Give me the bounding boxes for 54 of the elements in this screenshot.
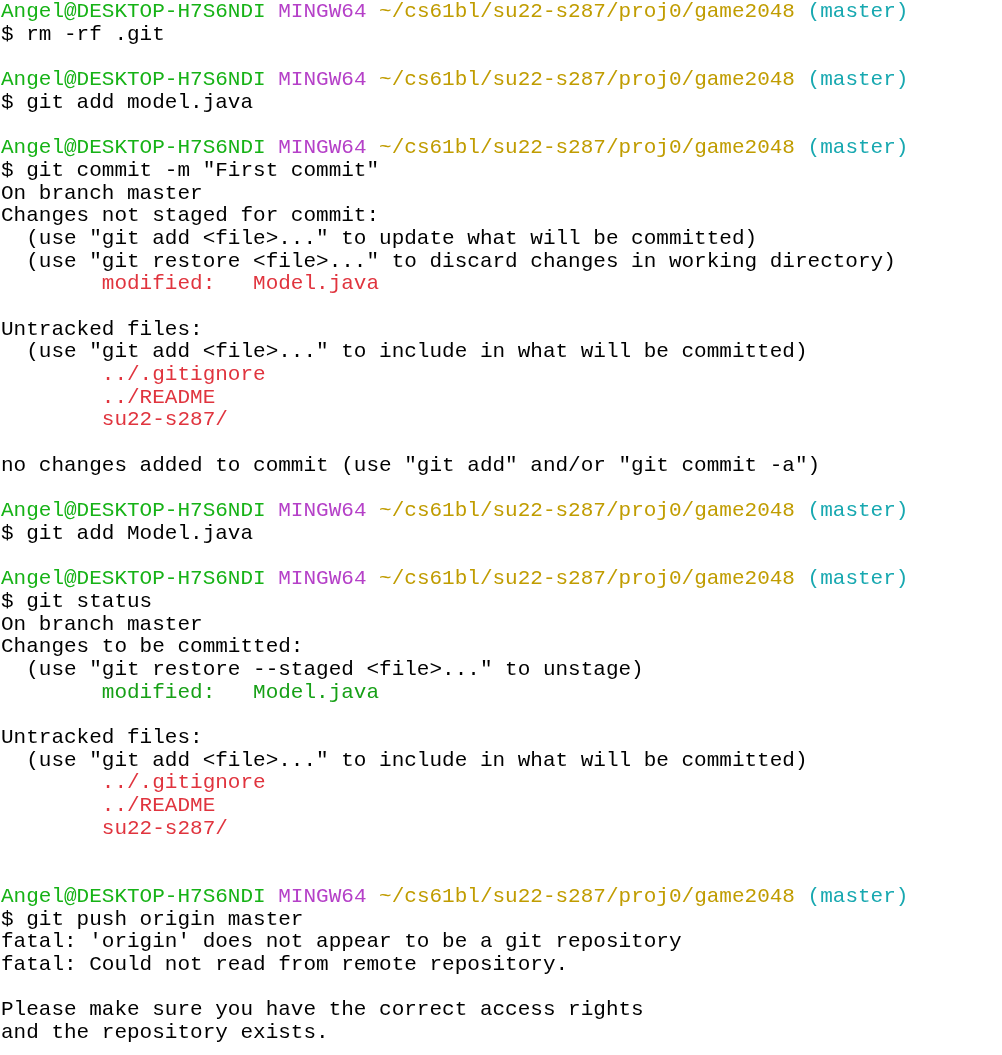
prompt-branch: (master) <box>807 68 909 92</box>
output-line: ../README <box>100 794 216 818</box>
output-line: ../README <box>100 385 216 409</box>
prompt-user-host: Angel@DESKTOP-H7S6NDI <box>1 884 266 908</box>
output-line: ../.gitignore <box>100 771 266 795</box>
output-line: On branch master <box>1 612 203 636</box>
output-line: fatal: 'origin' does not appear to be a git repository <box>1 930 682 954</box>
prompt-shell-name: MINGW64 <box>278 0 367 23</box>
prompt-branch: (master) <box>807 567 909 591</box>
command-line: $ git add Model.java <box>1 521 254 545</box>
prompt-path: ~/cs61bl/su22-s287/proj0/game2048 <box>379 136 795 160</box>
prompt-path: ~/cs61bl/su22-s287/proj0/game2048 <box>379 499 795 523</box>
output-line: no changes added to commit (use "git add" and/or "git commit -a") <box>1 453 821 477</box>
output-line: su22-s287/ <box>100 816 228 840</box>
prompt-path: ~/cs61bl/su22-s287/proj0/game2048 <box>379 567 795 591</box>
prompt-shell-name: MINGW64 <box>278 68 367 92</box>
output-line: (use "git add <file>..." to include in what will be committed) <box>25 340 808 364</box>
output-line: (use "git add <file>..." to include in what will be committed) <box>25 748 808 772</box>
prompt-shell-name: MINGW64 <box>278 567 367 591</box>
prompt-branch: (master) <box>807 136 909 160</box>
prompt-user-host: Angel@DESKTOP-H7S6NDI <box>1 567 266 591</box>
command-line: $ git status <box>1 589 153 613</box>
output-line: (use "git restore <file>..." to discard changes in working directory) <box>25 249 896 273</box>
output-line: and the repository exists. <box>1 1020 329 1044</box>
command-line: $ rm -rf .git <box>1 22 165 46</box>
output-line: (use "git add <file>..." to update what will be committed) <box>25 226 758 250</box>
output-line: On branch master <box>1 181 203 205</box>
output-line: modified: Model.java <box>100 680 380 704</box>
prompt-user-host: Angel@DESKTOP-H7S6NDI <box>1 136 266 160</box>
prompt-user-host: Angel@DESKTOP-H7S6NDI <box>1 0 266 23</box>
output-line: (use "git restore --staged <file>..." to unstage) <box>25 657 644 681</box>
prompt-path: ~/cs61bl/su22-s287/proj0/game2048 <box>379 0 795 23</box>
output-line: su22-s287/ <box>100 408 228 432</box>
prompt-branch: (master) <box>807 884 909 908</box>
output-line: modified: Model.java <box>100 272 380 296</box>
prompt-branch: (master) <box>807 0 909 23</box>
prompt-shell-name: MINGW64 <box>278 884 367 908</box>
prompt-shell-name: MINGW64 <box>278 136 367 160</box>
prompt-path: ~/cs61bl/su22-s287/proj0/game2048 <box>379 884 795 908</box>
output-line: Untracked files: <box>1 317 203 341</box>
output-line: Untracked files: <box>1 726 203 749</box>
prompt-path: ~/cs61bl/su22-s287/proj0/game2048 <box>379 68 795 92</box>
prompt-branch: (master) <box>807 499 909 523</box>
prompt-shell-name: MINGW64 <box>278 499 367 523</box>
prompt-user-host: Angel@DESKTOP-H7S6NDI <box>1 499 266 523</box>
output-line: Changes to be committed: <box>1 635 304 659</box>
prompt-user-host: Angel@DESKTOP-H7S6NDI <box>1 68 266 92</box>
command-line: $ git commit -m "First commit" <box>1 158 380 182</box>
output-line: ../.gitignore <box>100 363 266 386</box>
command-line: $ git push origin master <box>1 907 304 931</box>
command-line: $ git add model.java <box>1 90 254 114</box>
output-line: Please make sure you have the correct access rights <box>1 998 644 1022</box>
output-line: fatal: Could not read from remote repository. <box>1 952 569 976</box>
output-line: Changes not staged for commit: <box>1 204 380 228</box>
